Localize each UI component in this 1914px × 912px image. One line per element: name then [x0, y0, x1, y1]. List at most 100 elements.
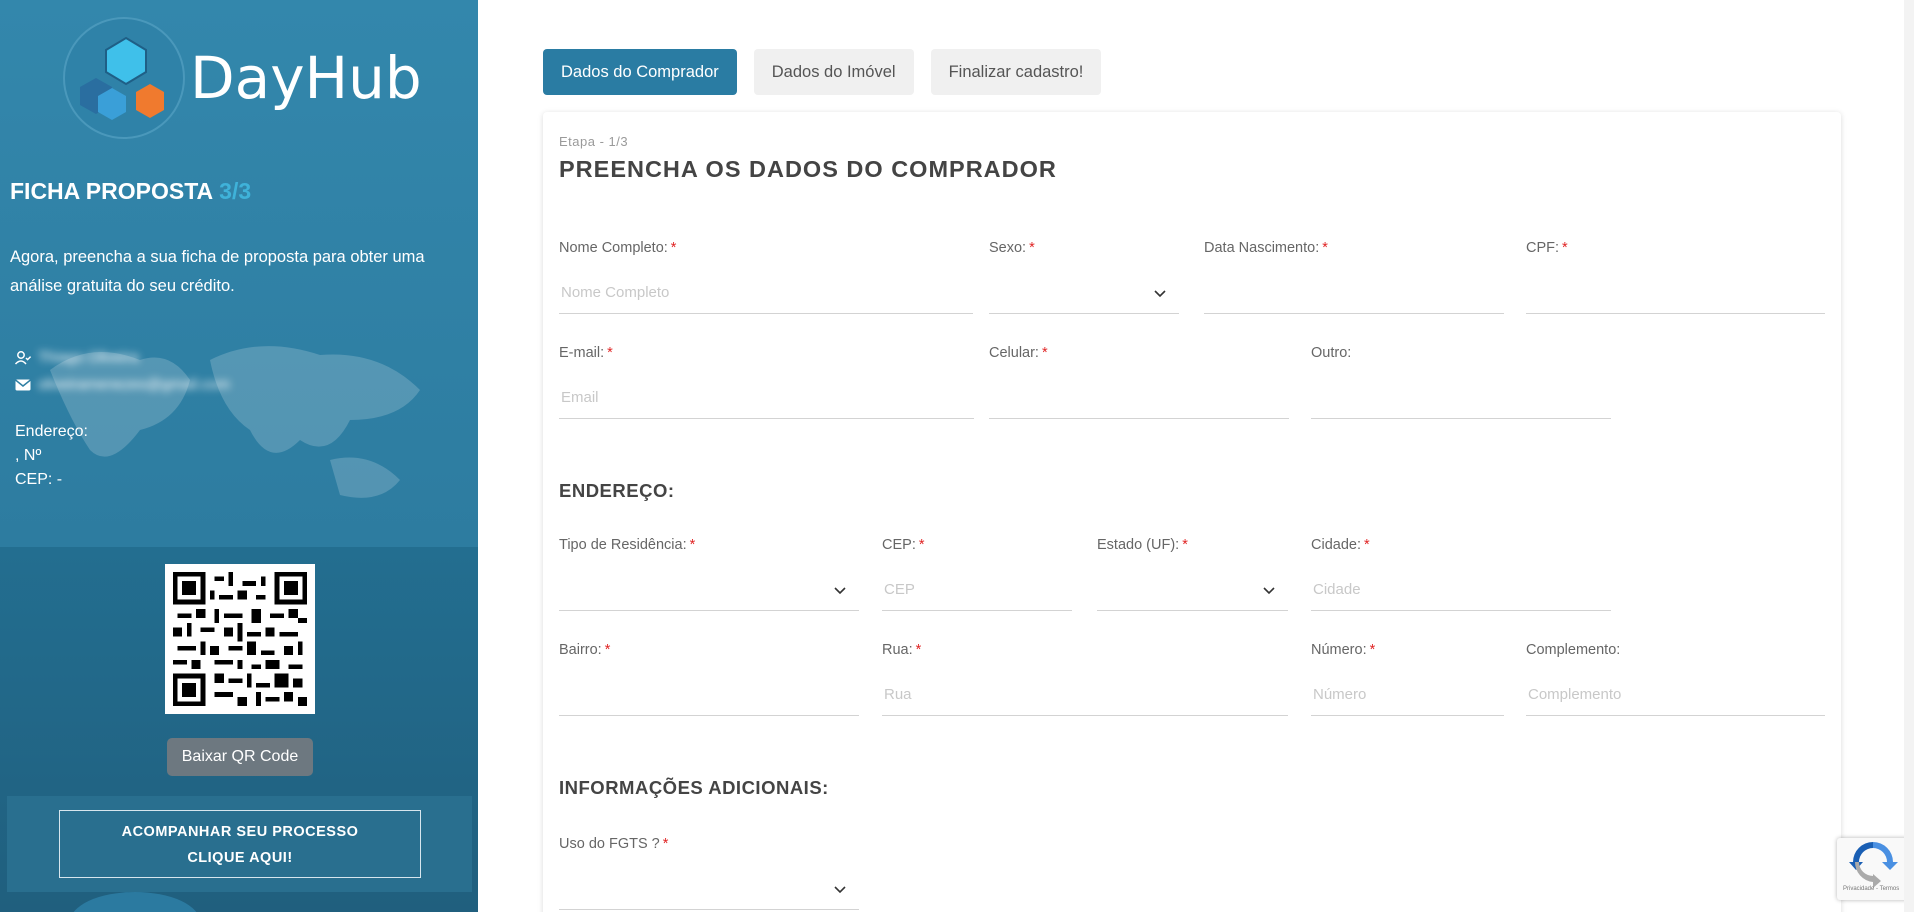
- required-mark: *: [670, 240, 677, 256]
- required-mark: *: [1182, 537, 1188, 553]
- field-cidade: Cidade: *: [1311, 537, 1611, 611]
- cep-input[interactable]: [882, 581, 1072, 598]
- user-check-icon: [14, 350, 32, 365]
- buyer-form-card: Etapa - 1/3 PREENCHA OS DADOS DO COMPRAD…: [543, 112, 1841, 912]
- label-fgts-text: Uso do FGTS ?: [559, 836, 660, 852]
- download-qr-button[interactable]: Baixar QR Code: [167, 738, 313, 776]
- address-cep-line: CEP: -: [15, 471, 63, 488]
- numero-input[interactable]: [1311, 686, 1504, 703]
- sidebar: DayHub FICHA PROPOSTA 3/3 Agora, preencha…: [0, 0, 478, 912]
- label-nome-text: Nome Completo:: [559, 240, 668, 256]
- label-cep: CEP: *: [882, 537, 1072, 557]
- required-mark: *: [918, 537, 925, 553]
- contact-name-row: Thiago Oliveira: [14, 344, 230, 371]
- additional-info-title: INFORMAÇÕES ADICIONAIS:: [559, 777, 829, 798]
- cidade-input[interactable]: [1311, 581, 1611, 598]
- celular-input[interactable]: [989, 389, 1289, 406]
- sidebar-top-panel: DayHub FICHA PROPOSTA 3/3 Agora, preencha…: [0, 0, 478, 547]
- recaptcha-footer: Privacidade - Termos: [1843, 886, 1900, 892]
- field-complemento: Complemento:: [1526, 642, 1825, 716]
- address-number-line: , Nº: [15, 447, 42, 464]
- required-mark: *: [1041, 345, 1048, 361]
- label-cidade: Cidade: *: [1311, 537, 1611, 557]
- ficha-title: FICHA PROPOSTA 3/3: [10, 178, 251, 205]
- estado-select[interactable]: [1097, 569, 1288, 611]
- label-email: E-mail: *: [559, 345, 974, 365]
- field-email: E-mail: *: [559, 345, 974, 419]
- fgts-select[interactable]: [559, 868, 859, 910]
- label-fgts: Uso do FGTS ? *: [559, 836, 859, 856]
- field-rua: Rua: *: [882, 642, 1288, 716]
- label-email-text: E-mail:: [559, 345, 605, 361]
- required-mark: *: [604, 642, 611, 658]
- address-title: ENDEREÇO:: [559, 480, 675, 501]
- chevron-down-icon: [1154, 290, 1166, 298]
- contact-name: Thiago Oliveira: [38, 349, 139, 366]
- label-celular: Celular: *: [989, 345, 1289, 365]
- label-estado: Estado (UF): *: [1097, 537, 1288, 557]
- label-tipo-residencia-text: Tipo de Residência:: [559, 537, 687, 553]
- brand-name: DayHub: [190, 44, 422, 112]
- label-rua-text: Rua:: [882, 642, 913, 658]
- required-mark: *: [662, 836, 669, 852]
- required-mark: *: [607, 345, 613, 361]
- step-tabs: Dados do Comprador Dados do Imóvel Final…: [543, 49, 1102, 95]
- label-cpf: CPF: *: [1526, 240, 1825, 260]
- label-sexo-text: Sexo:: [989, 240, 1027, 256]
- address-label: Endereço:: [15, 423, 88, 440]
- follow-process-button[interactable]: ACOMPANHAR SEU PROCESSO CLIQUE AQUI!: [59, 810, 421, 878]
- page-scrollbar[interactable]: [1904, 0, 1914, 912]
- label-cidade-text: Cidade:: [1311, 537, 1361, 553]
- recaptcha-badge[interactable]: Privacidade - Termos: [1837, 838, 1909, 900]
- tab-finalizar-cadastro[interactable]: Finalizar cadastro!: [930, 49, 1102, 95]
- contact-info: Thiago Oliveira oliveiramenezes@gmail.co…: [14, 344, 230, 398]
- sidebar-address: Endereço: , Nº CEP: -: [15, 420, 88, 492]
- label-cep-text: CEP:: [882, 537, 916, 553]
- required-mark: *: [915, 642, 922, 658]
- required-mark: *: [1562, 240, 1568, 256]
- field-cpf: CPF: *: [1526, 240, 1825, 314]
- brand-logo: DayHub: [62, 16, 422, 140]
- label-nascimento: Data Nascimento: *: [1204, 240, 1504, 260]
- field-tipo-residencia: Tipo de Residência: *: [559, 537, 859, 611]
- label-rua: Rua: *: [882, 642, 1288, 662]
- email-input[interactable]: [559, 389, 974, 406]
- label-tipo-residencia: Tipo de Residência: *: [559, 537, 859, 557]
- ficha-title-text: FICHA PROPOSTA: [10, 178, 214, 204]
- contact-email: oliveiramenezes@gmail.com: [38, 376, 230, 393]
- required-mark: *: [1369, 642, 1376, 658]
- field-sexo: Sexo: *: [989, 240, 1179, 314]
- bairro-input[interactable]: [559, 686, 859, 703]
- logo-hexagons-icon: [63, 17, 185, 139]
- qr-code: [165, 564, 315, 714]
- rua-input[interactable]: [882, 686, 1288, 703]
- form-title: PREENCHA OS DADOS DO COMPRADOR: [559, 156, 1057, 182]
- required-mark: *: [1029, 240, 1035, 256]
- label-bairro-text: Bairro:: [559, 642, 602, 658]
- required-mark: *: [1322, 240, 1328, 256]
- nascimento-input[interactable]: [1204, 284, 1504, 301]
- outro-input[interactable]: [1311, 389, 1611, 406]
- follow-process-line2: CLIQUE AQUI!: [187, 850, 293, 866]
- label-outro: Outro:: [1311, 345, 1352, 361]
- nome-input[interactable]: [559, 284, 973, 301]
- chevron-down-icon: [834, 886, 846, 894]
- complemento-input[interactable]: [1526, 686, 1825, 703]
- cpf-input[interactable]: [1526, 284, 1825, 301]
- qr-code-image: [173, 572, 307, 706]
- field-nascimento: Data Nascimento: *: [1204, 240, 1504, 314]
- field-bairro: Bairro: *: [559, 642, 859, 716]
- contact-email-row: oliveiramenezes@gmail.com: [14, 371, 230, 398]
- label-cpf-text: CPF:: [1526, 240, 1560, 256]
- tab-dados-comprador[interactable]: Dados do Comprador: [543, 49, 737, 95]
- chevron-down-icon: [1263, 587, 1275, 595]
- tab-dados-imovel[interactable]: Dados do Imóvel: [753, 49, 914, 95]
- tipo-residencia-select[interactable]: [559, 569, 859, 611]
- app-root: DayHub FICHA PROPOSTA 3/3 Agora, preencha…: [0, 0, 1914, 912]
- label-numero-text: Número:: [1311, 642, 1367, 658]
- sexo-select[interactable]: [989, 272, 1179, 314]
- label-numero: Número: *: [1311, 642, 1504, 662]
- follow-process-panel: ACOMPANHAR SEU PROCESSO CLIQUE AQUI!: [7, 796, 472, 892]
- label-nome: Nome Completo: *: [559, 240, 973, 260]
- label-celular-text: Celular:: [989, 345, 1039, 361]
